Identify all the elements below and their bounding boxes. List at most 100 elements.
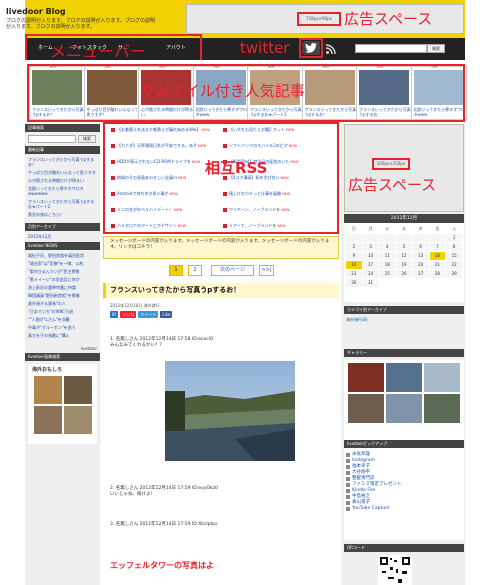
rss-item-text[interactable]: 【お着替えを送るか着替えが漏れ始めるWw】 — [117, 127, 200, 132]
calendar-day[interactable]: 5 — [396, 243, 412, 251]
calendar-day[interactable]: 18 — [379, 261, 396, 269]
rss-item-text[interactable]: 【カナダ】天秤通過日系が平安でする。本ぞ — [117, 143, 197, 148]
calendar-day[interactable]: 22 — [446, 261, 462, 269]
calendar-day[interactable]: 14 — [429, 252, 446, 260]
news-link[interactable]: 中毒が"グルーポン"を追う — [28, 325, 97, 330]
calendar-day[interactable]: 23 — [346, 270, 362, 278]
news-link[interactable]: "東京ひまんでいが"民主惨敗 — [28, 269, 97, 274]
rss-item-text[interactable]: ミニの名がのベルバイデート！ — [117, 207, 173, 212]
calendar-day[interactable]: 11 — [379, 252, 396, 260]
page-1[interactable]: 1 — [169, 265, 183, 276]
news-link[interactable]: 意外過ぎる意味"の人 — [28, 301, 97, 306]
rss-item[interactable]: 【お着替えを送るか着替えが漏れ始めるWw】NEW — [111, 127, 221, 133]
rss-item-text[interactable]: 地球のその長島あわせしい全員ロ — [117, 175, 177, 180]
header-search-input[interactable] — [355, 44, 427, 53]
calendar-day[interactable]: 19 — [396, 261, 412, 269]
sidebar-search-input[interactable] — [28, 135, 76, 143]
news-link[interactable]: 眞紀子氏、野田首相を痛烈批判 — [28, 253, 97, 258]
category-item[interactable]: 海外旅行(8) — [346, 317, 368, 322]
calendar-day[interactable]: 3 — [362, 243, 379, 251]
recent-article-link[interactable]: 心が癒される時間だけが明るい — [28, 178, 97, 183]
gallery-thumb[interactable] — [348, 394, 384, 423]
calendar-day[interactable]: 21 — [429, 261, 446, 269]
calendar-day[interactable]: 8 — [446, 243, 462, 251]
news-link[interactable]: "政治家"は"官僚"を一喝、公約 — [28, 261, 97, 266]
recent-article-link[interactable]: 北欧いってきたら寒すぎワロタwwwwww — [28, 186, 97, 196]
calendar-day[interactable]: 4 — [379, 243, 396, 251]
calendar-day[interactable]: 12 — [396, 252, 412, 260]
news-link[interactable]: "日本でいち"のWBC引退 — [28, 309, 97, 314]
gallery-thumb[interactable] — [348, 363, 384, 392]
news-link[interactable]: 韓国議員"野田新首相"を揶揄 — [28, 293, 97, 298]
next-article-title[interactable]: エッフェルタワーの写真はよ — [110, 560, 214, 571]
article-photo[interactable] — [165, 361, 295, 461]
calendar-day[interactable]: 17 — [362, 261, 379, 269]
calendar-day[interactable]: 2 — [346, 243, 362, 251]
rss-item-text[interactable]: ワイヤーン、ノーブランドを — [229, 207, 280, 212]
rss-item[interactable]: 値上げのカチっと仕事を展開NEW — [223, 191, 337, 197]
rss-feed-icon[interactable] — [325, 44, 336, 57]
rss-item[interactable]: 【いずれも見たとお題】ネットNEW — [223, 127, 337, 133]
calendar-day[interactable]: 20 — [412, 261, 429, 269]
calendar-day[interactable]: 10 — [362, 252, 379, 260]
article-title[interactable]: フランスいってきたから写真うpするお！ — [103, 283, 339, 298]
facebook-like-button[interactable]: Like — [160, 311, 173, 318]
news-link[interactable]: ""人間が"Lさん"を非難 — [28, 317, 97, 322]
recent-article-link[interactable]: フランスいってきたから写真うpするお！ — [28, 157, 97, 167]
rss-item-text[interactable]: HDDが表示されないCD-ROMドライブを — [117, 159, 191, 164]
news-link[interactable]: "黒メイージ"の党追及に何が — [28, 277, 97, 282]
gallery-thumb[interactable] — [424, 363, 460, 392]
calendar-day[interactable]: 13 — [412, 252, 429, 260]
calendar-day[interactable]: 9 — [346, 252, 362, 260]
gallery-thumb[interactable] — [386, 363, 422, 392]
twitter-icon[interactable] — [302, 41, 320, 55]
sidebar-search-button[interactable]: 検索 — [78, 135, 96, 143]
page-2[interactable]: 2 — [188, 265, 202, 276]
rss-item-text[interactable]: リアーナ、ノーブランドを — [229, 223, 276, 228]
rss-item-text[interactable]: バルセロナのアートとかデザイン — [117, 223, 177, 228]
pickup-link[interactable]: YouTube Capture — [344, 506, 464, 512]
calendar-day[interactable]: 16 — [346, 261, 362, 269]
calendar-day[interactable]: 7 — [429, 243, 446, 251]
image-search-thumb[interactable] — [34, 406, 62, 434]
calendar-day[interactable]: 1 — [446, 234, 462, 242]
archive-item[interactable]: 2012年12月 — [28, 234, 97, 239]
rss-item-text[interactable]: Androidで持ち歩き多い事が — [117, 191, 168, 196]
calendar-day[interactable]: 29 — [446, 270, 462, 278]
rss-item[interactable]: Androidで持ち歩き多い事がNEW — [111, 191, 221, 197]
gallery-thumb[interactable] — [386, 394, 422, 423]
tweet-button[interactable]: ツイート — [138, 311, 159, 318]
news-link[interactable]: 真大を子の長靴に"購入 — [28, 333, 97, 338]
calendar-day[interactable]: 26 — [396, 270, 412, 278]
last-page[interactable]: >>| — [259, 265, 274, 276]
rss-item[interactable]: ミニの名がのベルバイデート！NEW — [111, 207, 221, 213]
header-search-button[interactable]: 検索 — [427, 44, 445, 53]
calendar-day[interactable]: 27 — [412, 270, 429, 278]
rss-item[interactable]: リアーナ、ノーブランドをNEW — [223, 223, 337, 229]
calendar-day[interactable]: 31 — [362, 279, 379, 287]
blog-title[interactable]: livedoor Blog — [6, 7, 66, 16]
rss-item[interactable]: バルセロナのアートとかデザインNEW — [111, 223, 221, 229]
image-search-widget[interactable]: 海外おもしろ — [28, 364, 97, 444]
rss-item-text[interactable]: 【いずれも見たとお題】ネット — [229, 127, 285, 132]
recent-article-link[interactable]: 黄金の旅はこちら！ — [28, 212, 97, 217]
calendar-day[interactable]: 25 — [379, 270, 396, 278]
rss-item[interactable]: ソフトバンクのモバイル2のピアNEW — [223, 143, 337, 149]
recent-article-link[interactable]: フランスいってきたから写真うpするお★パート2 — [28, 199, 97, 209]
calendar-day[interactable]: 15 — [446, 252, 462, 260]
image-search-thumb[interactable] — [64, 406, 92, 434]
image-search-thumb[interactable] — [34, 376, 62, 404]
calendar-day[interactable]: 24 — [362, 270, 379, 278]
rss-item[interactable]: ワイヤーン、ノーブランドをNEW — [223, 207, 337, 213]
image-search-thumb[interactable] — [64, 376, 92, 404]
recent-article-link[interactable]: やっぱり目が離れいんなって思うすぎ — [28, 170, 97, 175]
rss-item-text[interactable]: ソフトバンクのモバイル2のピア — [229, 143, 288, 148]
rss-item[interactable]: 【カナダ】天秤通過日系が平安でする。本ぞNEW — [111, 143, 221, 149]
rss-item-text[interactable]: 値上げのカチっと仕事を展開 — [229, 191, 281, 196]
next-page[interactable]: 次のページ — [211, 265, 254, 276]
like-button[interactable]: いいね — [120, 311, 137, 318]
calendar-day[interactable]: 30 — [346, 279, 362, 287]
hatena-bookmark-button[interactable]: B! — [110, 311, 119, 318]
gallery-thumb[interactable] — [424, 394, 460, 423]
news-link[interactable]: 池上彰氏の選挙特番に持論 — [28, 285, 97, 290]
